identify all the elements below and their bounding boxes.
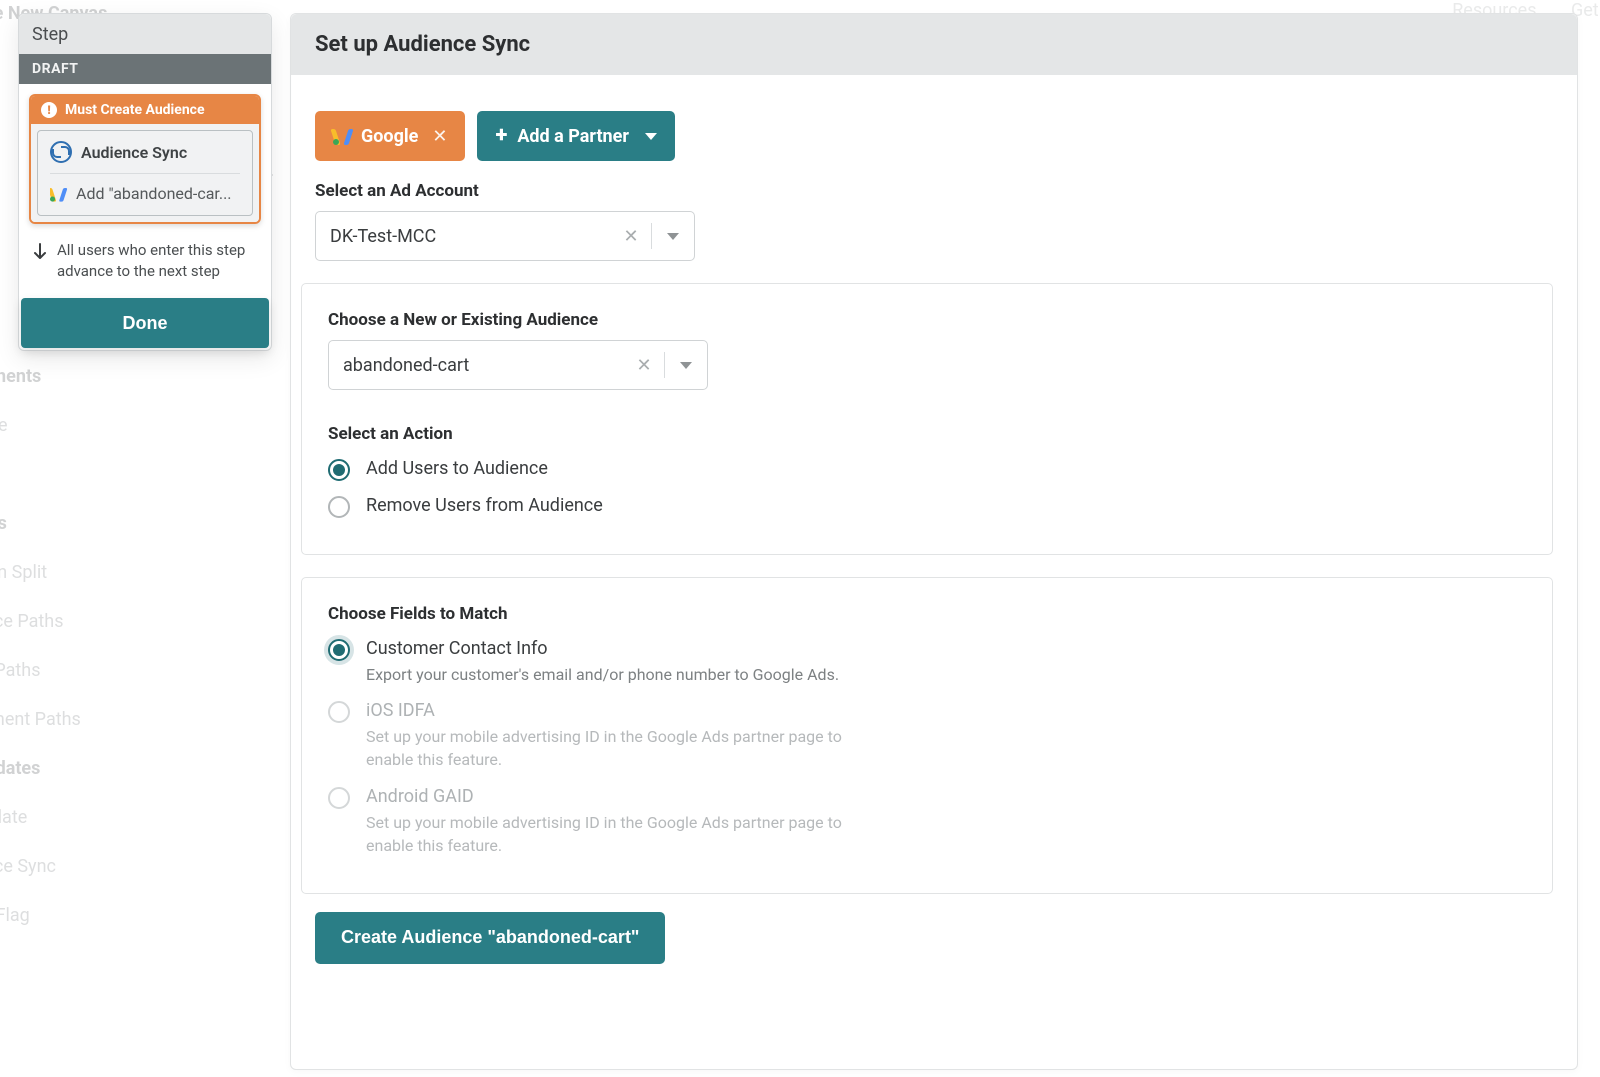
contact-info-sub: Export your customer's email and/or phon… (366, 663, 839, 686)
step-card[interactable]: ! Must Create Audience Audience Sync Add… (29, 94, 261, 224)
ad-account-select[interactable]: DK-Test-MCC ✕ (315, 211, 695, 261)
audience-action-box: Choose a New or Existing Audience abando… (301, 283, 1553, 555)
fields-label: Choose Fields to Match (328, 604, 1526, 624)
close-icon[interactable]: ✕ (432, 126, 447, 147)
action-label: Select an Action (328, 424, 1526, 444)
radio-android-gaid: Android GAID Set up your mobile advertis… (328, 786, 1526, 857)
draft-badge: DRAFT (19, 54, 271, 84)
done-button[interactable]: Done (21, 298, 269, 348)
add-audience-label: Add "abandoned-car... (76, 184, 232, 203)
ad-account-label: Select an Ad Account (315, 181, 1553, 201)
audience-label: Choose a New or Existing Audience (328, 310, 1526, 330)
add-partner-label: Add a Partner (517, 126, 629, 147)
fields-box: Choose Fields to Match Customer Contact … (301, 577, 1553, 894)
google-partner-chip[interactable]: Google ✕ (315, 111, 465, 161)
idfa-sub: Set up your mobile advertising ID in the… (366, 725, 886, 771)
contact-info-label: Customer Contact Info (366, 638, 839, 659)
step-popover: Step DRAFT ! Must Create Audience Audien… (18, 13, 272, 351)
chevron-down-icon (645, 133, 657, 140)
radio-icon[interactable] (328, 459, 350, 481)
radio-ios-idfa: iOS IDFA Set up your mobile advertising … (328, 700, 1526, 771)
clear-icon[interactable]: ✕ (624, 355, 664, 376)
arrow-down-icon (33, 243, 47, 261)
radio-remove-label: Remove Users from Audience (366, 495, 603, 516)
warning-bar: ! Must Create Audience (31, 96, 259, 124)
radio-add-users[interactable]: Add Users to Audience (328, 458, 1526, 481)
dropdown-toggle[interactable] (652, 233, 694, 240)
add-partner-button[interactable]: + Add a Partner (477, 111, 674, 161)
step-popover-title: Step (19, 14, 271, 54)
google-ads-icon (50, 186, 65, 201)
config-panel: Set up Audience Sync Google ✕ + Add a Pa… (290, 13, 1578, 1070)
clear-icon[interactable]: ✕ (611, 226, 651, 247)
radio-icon[interactable] (328, 639, 350, 661)
advance-note: All users who enter this step advance to… (19, 234, 271, 294)
audience-select[interactable]: abandoned-cart ✕ (328, 340, 708, 390)
chevron-down-icon (667, 233, 679, 240)
radio-icon (328, 701, 350, 723)
advance-text: All users who enter this step advance to… (57, 240, 257, 282)
create-audience-button[interactable]: Create Audience "abandoned-cart" (315, 912, 665, 964)
radio-add-label: Add Users to Audience (366, 458, 548, 479)
audience-sync-label: Audience Sync (81, 143, 187, 162)
radio-icon[interactable] (328, 496, 350, 518)
ad-account-value: DK-Test-MCC (316, 226, 611, 247)
google-chip-label: Google (361, 126, 418, 147)
idfa-label: iOS IDFA (366, 700, 886, 721)
gaid-label: Android GAID (366, 786, 886, 807)
radio-remove-users[interactable]: Remove Users from Audience (328, 495, 1526, 518)
audience-sync-chip[interactable]: Audience Sync Add "abandoned-car... (37, 130, 253, 216)
dropdown-toggle[interactable] (665, 362, 707, 369)
warning-icon: ! (41, 102, 57, 118)
google-ads-icon (333, 127, 351, 145)
chevron-down-icon (680, 362, 692, 369)
warning-text: Must Create Audience (65, 102, 205, 118)
sync-icon (50, 141, 72, 163)
radio-icon (328, 787, 350, 809)
audience-value: abandoned-cart (329, 355, 624, 376)
panel-title: Set up Audience Sync (291, 14, 1577, 75)
gaid-sub: Set up your mobile advertising ID in the… (366, 811, 886, 857)
radio-contact-info[interactable]: Customer Contact Info Export your custom… (328, 638, 1526, 686)
